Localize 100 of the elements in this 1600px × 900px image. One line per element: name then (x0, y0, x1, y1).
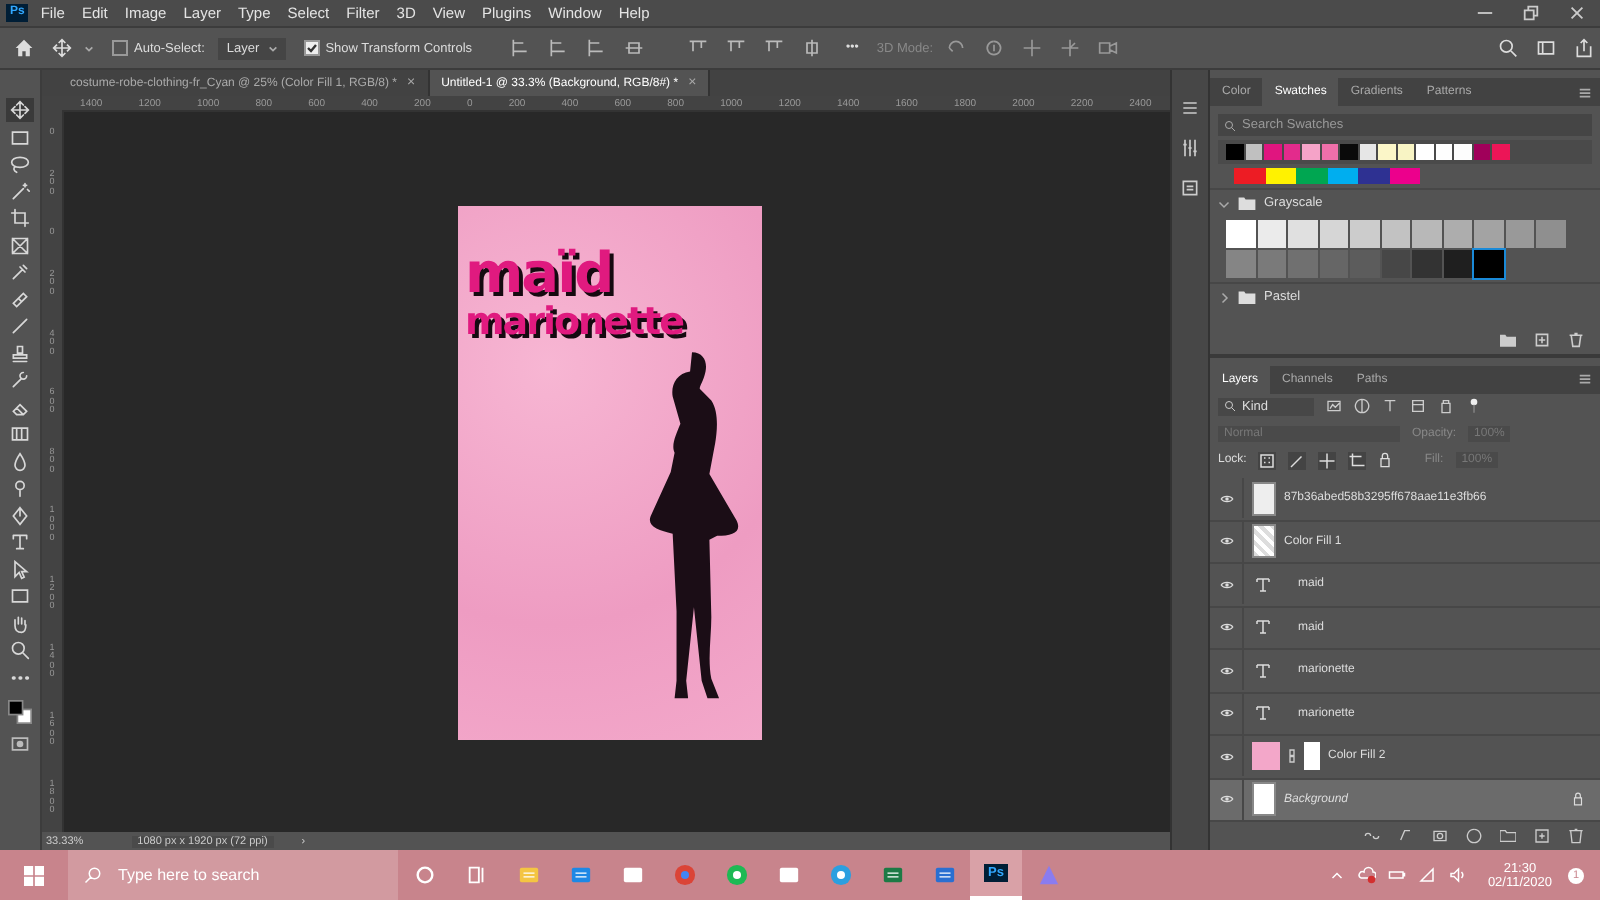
color-swatch[interactable] (1381, 220, 1410, 248)
checkbox[interactable] (303, 40, 320, 56)
toggle-icon[interactable] (1466, 398, 1482, 415)
color-swatch[interactable] (1288, 250, 1317, 278)
color-swatch[interactable] (1378, 144, 1395, 160)
color-swatch[interactable] (1359, 144, 1376, 160)
align-icon[interactable] (510, 38, 531, 58)
color-swatch[interactable] (1473, 144, 1490, 160)
color-swatch[interactable] (1340, 144, 1357, 160)
color-swatch[interactable] (1226, 144, 1243, 160)
move-icon[interactable] (52, 38, 72, 58)
eye-icon[interactable] (1219, 665, 1233, 676)
rectangle-icon[interactable] (6, 584, 34, 608)
restore-icon[interactable] (1522, 4, 1540, 22)
eye-icon[interactable] (1219, 708, 1233, 719)
home-icon[interactable] (14, 38, 34, 58)
checkbox[interactable] (112, 40, 128, 56)
align-icon[interactable] (586, 38, 607, 58)
color-swatch[interactable] (1350, 220, 1379, 248)
filter-icon[interactable] (1438, 398, 1454, 415)
color-swatch[interactable] (1536, 220, 1565, 248)
new-swatch-icon[interactable] (1534, 332, 1550, 348)
filter-icon[interactable] (1382, 398, 1398, 415)
color-swatch[interactable] (1327, 168, 1358, 184)
color-swatch[interactable] (1492, 144, 1509, 160)
color-swatch[interactable] (1505, 220, 1534, 248)
color-swatch[interactable] (1443, 220, 1472, 248)
menu-icon[interactable] (1578, 85, 1592, 99)
color-swatch[interactable] (1283, 144, 1300, 160)
new-layer-icon[interactable] (1534, 828, 1550, 844)
crop-icon[interactable] (6, 206, 34, 230)
color-swatch[interactable] (1435, 144, 1452, 160)
zoom-icon[interactable] (6, 638, 34, 662)
filter-icon[interactable] (1354, 398, 1370, 415)
trash-icon[interactable] (1568, 332, 1584, 348)
color-swatch[interactable] (1358, 168, 1389, 184)
cloud-icon[interactable] (1357, 866, 1376, 884)
link-icon[interactable] (1364, 828, 1380, 844)
search-bar[interactable]: Type here to search (68, 850, 398, 900)
eye-icon[interactable] (1219, 794, 1233, 805)
chevron-icon[interactable] (1218, 291, 1230, 303)
frame-icon[interactable] (6, 233, 34, 257)
eye-icon[interactable] (1219, 579, 1233, 590)
adjustment-icon[interactable] (1466, 828, 1482, 844)
filter-icon[interactable] (1326, 398, 1342, 415)
color-swatch[interactable] (1350, 250, 1379, 278)
eye-icon[interactable] (1219, 622, 1233, 633)
color-swatch[interactable] (1245, 144, 1262, 160)
color-swatch[interactable] (1389, 168, 1420, 184)
color-swatch[interactable] (1397, 144, 1414, 160)
volume-icon[interactable] (1447, 866, 1466, 884)
menu-icon[interactable] (1578, 372, 1592, 387)
eye-icon[interactable] (1219, 751, 1233, 762)
windows-icon[interactable] (24, 865, 44, 885)
color-swatch[interactable] (1265, 168, 1296, 184)
marquee-icon[interactable] (6, 125, 34, 149)
close-icon[interactable] (1568, 4, 1586, 22)
color-swatch[interactable] (1226, 220, 1255, 248)
mask-icon[interactable] (1432, 828, 1448, 844)
color-swatch[interactable] (1226, 250, 1255, 278)
lock-option-icon[interactable] (1288, 451, 1307, 470)
3d-control-icon[interactable] (1021, 38, 1042, 58)
color-swatch[interactable] (1416, 144, 1433, 160)
lock-option-icon[interactable] (1318, 451, 1337, 470)
properties-icon[interactable] (1180, 178, 1200, 198)
lock-option-icon[interactable] (1348, 451, 1367, 470)
color-swatch[interactable] (1264, 144, 1281, 160)
effects-icon[interactable] (1398, 828, 1414, 844)
link-icon[interactable] (1288, 748, 1296, 765)
color-swatch[interactable] (1454, 144, 1471, 160)
lock-option-icon[interactable] (1258, 451, 1277, 470)
search-field[interactable]: Type here to search (118, 866, 378, 884)
color-swatch[interactable] (1443, 250, 1472, 278)
color-swatch[interactable] (1302, 144, 1319, 160)
adjustments-icon[interactable] (1180, 138, 1200, 158)
color-swatch[interactable] (1319, 220, 1348, 248)
color-swatch[interactable] (1412, 220, 1441, 248)
color-swatch[interactable] (1321, 144, 1338, 160)
color-swatch[interactable] (1296, 168, 1327, 184)
caret-icon[interactable] (84, 43, 94, 53)
3d-control-icon[interactable] (1097, 38, 1118, 58)
3d-control-icon[interactable] (983, 38, 1004, 58)
color-swatch[interactable] (1234, 168, 1265, 184)
share-icon[interactable] (1574, 38, 1594, 58)
color-swatch[interactable] (1288, 220, 1317, 248)
eye-icon[interactable] (1219, 493, 1233, 504)
battery-icon[interactable] (1387, 866, 1406, 884)
search-icon[interactable] (1498, 38, 1518, 58)
move-icon[interactable] (6, 98, 34, 122)
quick-mask-icon[interactable] (10, 733, 30, 753)
healing-icon[interactable] (6, 287, 34, 311)
lasso-icon[interactable] (6, 152, 34, 176)
color-swatch[interactable] (1257, 250, 1286, 278)
chevron-icon[interactable] (1218, 197, 1230, 209)
3d-control-icon[interactable] (1059, 38, 1080, 58)
color-swatch[interactable] (1381, 250, 1410, 278)
trash-icon[interactable] (1568, 828, 1584, 844)
history-icon[interactable] (1180, 98, 1200, 118)
color-swatch[interactable] (1412, 250, 1441, 278)
color-swatch[interactable] (1474, 220, 1503, 248)
